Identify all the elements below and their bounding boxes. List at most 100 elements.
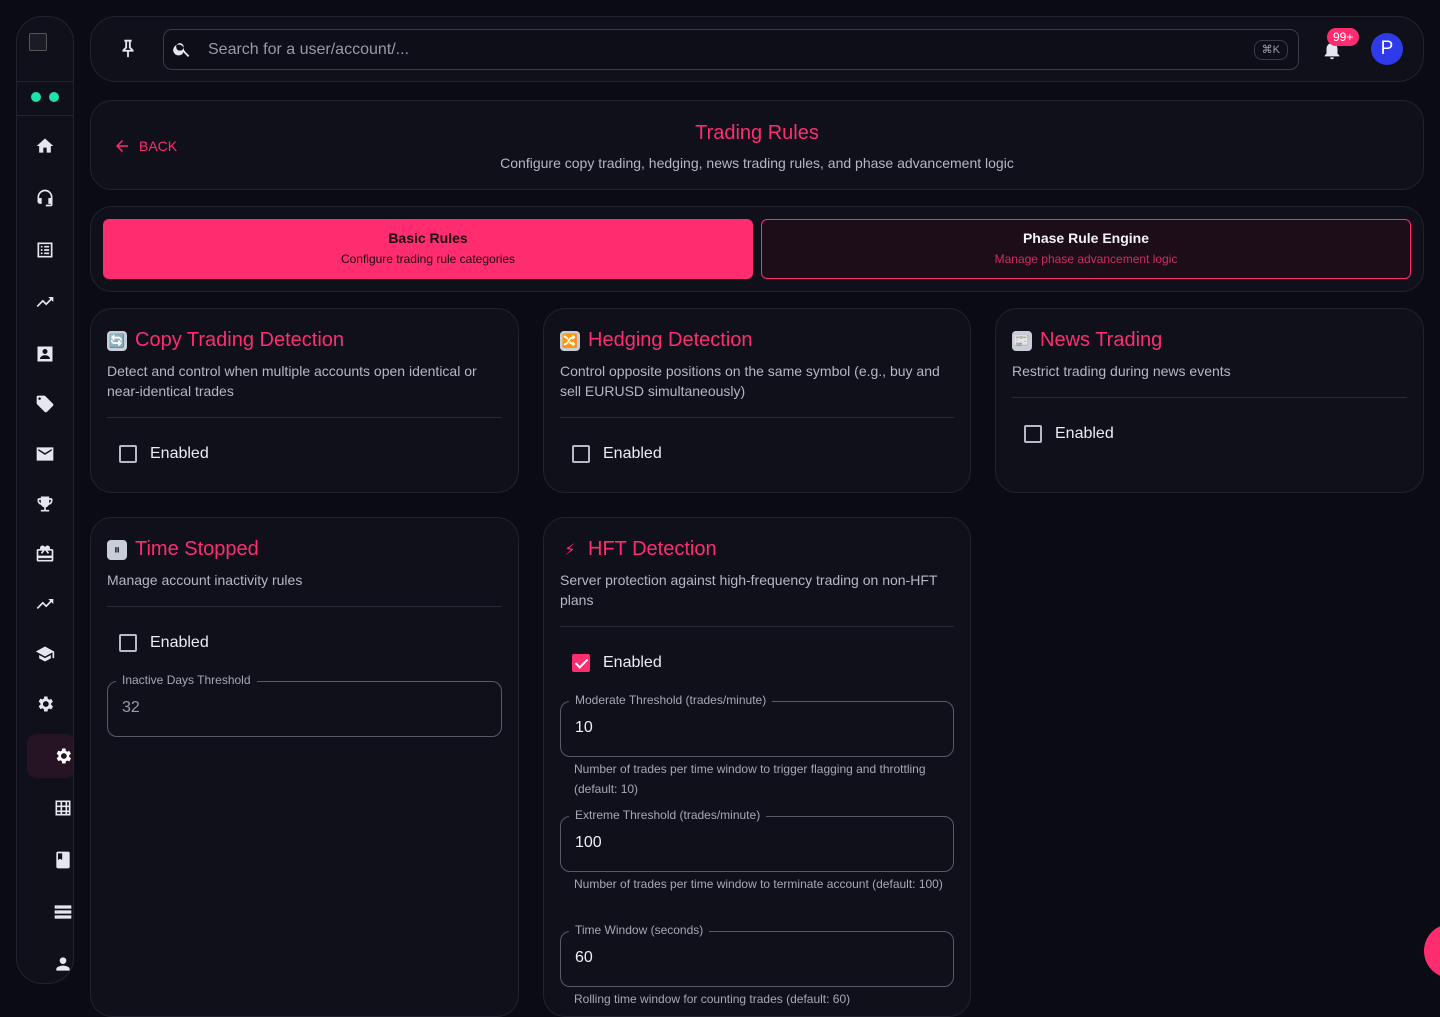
enabled-label: Enabled [603,445,662,462]
field-value[interactable]: 60 [575,949,593,967]
rule-title: 📰 News Trading [1012,329,1162,352]
mail-icon[interactable] [33,442,57,466]
enabled-toggle[interactable]: Enabled [119,445,209,463]
rule-description: Server protection against high-frequency… [560,572,938,608]
enabled-label: Enabled [150,634,209,651]
field-helper-text: Number of trades per time window to trig… [574,762,926,796]
rule-description: Control opposite positions on the same s… [560,363,940,399]
rule-card-hft-detection: ⚡ HFT Detection Server protection agains… [543,517,971,1017]
enabled-label: Enabled [603,654,662,671]
rule-title: 🔄 Copy Trading Detection [107,329,344,352]
shortcut-hint: ⌘K [1253,40,1288,60]
field-value[interactable]: 100 [575,834,602,852]
newspaper-icon: 📰 [1012,330,1032,351]
rule-title-text: Time Stopped [135,538,259,560]
pin-icon[interactable] [117,37,139,61]
divider [1012,397,1407,398]
contact-card-icon[interactable] [33,342,57,366]
field-value[interactable]: 10 [575,719,593,737]
rule-description: Manage account inactivity rules [107,572,303,588]
field-label: Extreme Threshold (trades/minute) [569,808,767,822]
page-header: BACK Trading Rules Configure copy tradin… [90,100,1424,190]
enabled-toggle[interactable]: Enabled [1024,425,1114,443]
divider [107,606,502,607]
settings-icon-active[interactable] [51,744,73,768]
logo-image[interactable] [29,33,47,51]
user-avatar[interactable]: P [1371,33,1403,65]
tab-title: Phase Rule Engine [1022,230,1150,246]
tab-title: Basic Rules [388,230,468,246]
person-icon[interactable] [51,952,73,976]
rule-title-text: Copy Trading Detection [135,329,345,351]
inactive-days-field[interactable]: Inactive Days Threshold 32 [107,673,502,737]
sidebar [16,16,74,984]
sidebar-divider [17,81,73,82]
rule-title-text: Hedging Detection [588,329,753,351]
card-giftcard-icon[interactable] [33,542,57,566]
rule-title: ⏸ Time Stopped [107,538,259,561]
rule-title-text: News Trading [1040,329,1163,351]
list-icon[interactable] [33,238,57,262]
trending-up-icon[interactable] [33,290,57,314]
tab-subtitle: Configure trading rule categories [340,252,516,266]
rule-card-news-trading: 📰 News Trading Restrict trading during n… [995,308,1424,493]
search-input[interactable] [208,38,1228,62]
rule-description: Detect and control when multiple account… [107,363,477,399]
rule-card-hedging: 🔀 Hedging Detection Control opposite pos… [543,308,971,493]
enabled-checkbox[interactable] [119,634,137,652]
enabled-checkbox[interactable] [572,654,590,672]
search-bar[interactable]: ⌘K [163,29,1299,70]
rule-card-copy-trading: 🔄 Copy Trading Detection Detect and cont… [90,308,519,493]
field-label: Moderate Threshold (trades/minute) [569,693,773,707]
time-window-field[interactable]: Time Window (seconds) 60 [560,923,954,987]
enabled-toggle[interactable]: Enabled [572,445,662,463]
trending-up-icon[interactable] [33,592,57,616]
trophy-icon[interactable] [33,492,57,516]
rule-title: 🔀 Hedging Detection [560,329,753,352]
divider [560,417,954,418]
grid-icon[interactable] [51,796,73,820]
enabled-checkbox[interactable] [572,445,590,463]
enabled-checkbox[interactable] [1024,425,1042,443]
divider [560,626,954,627]
enabled-toggle[interactable]: Enabled [572,654,662,672]
settings-icon[interactable] [33,692,57,716]
pause-icon: ⏸ [107,539,127,560]
field-value[interactable]: 32 [122,699,140,717]
page-subtitle: Configure copy trading, hedging, news tr… [500,155,1014,171]
field-helper-text: Rolling time window for counting trades … [574,992,851,1006]
enabled-label: Enabled [150,445,209,462]
search-icon [172,39,192,59]
sidebar-divider [17,115,73,116]
enabled-label: Enabled [1055,425,1114,442]
sync-icon: 🔄 [107,330,127,351]
home-icon[interactable] [33,134,57,158]
status-dots [31,92,59,102]
support-agent-icon[interactable] [33,186,57,210]
school-icon[interactable] [33,642,57,666]
moderate-threshold-field[interactable]: Moderate Threshold (trades/minute) 10 [560,693,954,757]
divider [107,417,502,418]
floating-action-button[interactable] [1424,924,1440,978]
lightning-icon: ⚡ [564,541,576,559]
field-label: Time Window (seconds) [569,923,710,937]
enabled-toggle[interactable]: Enabled [119,634,209,652]
enabled-checkbox[interactable] [119,445,137,463]
rule-title-text: HFT Detection [588,538,717,560]
tabs-container: Basic Rules Configure trading rule categ… [90,206,1424,292]
field-label: Inactive Days Threshold [116,673,257,687]
book-icon[interactable] [51,848,73,872]
field-helper-text: Number of trades per time window to term… [574,877,943,891]
notification-badge: 99+ [1327,28,1360,46]
rule-description: Restrict trading during news events [1012,363,1231,379]
top-bar: ⌘K 99+ P [90,16,1424,82]
rule-title: ⚡ HFT Detection [560,538,717,561]
tab-basic-rules[interactable]: Basic Rules Configure trading rule categ… [103,219,753,279]
storage-icon[interactable] [51,900,73,924]
shuffle-icon: 🔀 [560,330,580,351]
extreme-threshold-field[interactable]: Extreme Threshold (trades/minute) 100 [560,808,954,872]
tab-phase-rule-engine[interactable]: Phase Rule Engine Manage phase advanceme… [761,219,1411,279]
rule-card-time-stopped: ⏸ Time Stopped Manage account inactivity… [90,517,519,1017]
tab-subtitle: Manage phase advancement logic [994,252,1178,266]
tag-icon[interactable] [33,392,57,416]
